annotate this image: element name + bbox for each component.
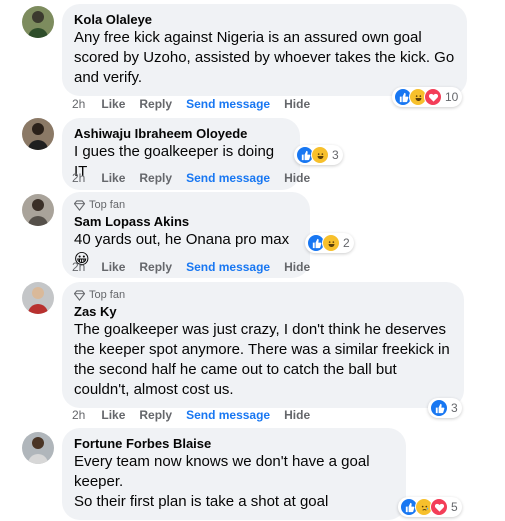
- hide-link[interactable]: Hide: [284, 408, 310, 422]
- comment-actions: 2h Like Reply Send message Hide: [72, 97, 324, 111]
- top-fan-label: Top fan: [89, 199, 126, 211]
- avatar[interactable]: [22, 6, 54, 38]
- haha-reaction-icon: [322, 234, 340, 252]
- avatar-head: [32, 437, 44, 449]
- diamond-icon: [74, 289, 85, 301]
- comment-text-line: keeper.: [74, 473, 124, 490]
- comment-bubble: Top fan Zas Ky The goalkeeper was just c…: [62, 282, 464, 408]
- avatar[interactable]: [22, 194, 54, 226]
- avatar-body: [28, 28, 48, 38]
- hide-link[interactable]: Hide: [284, 171, 310, 185]
- diamond-icon: [74, 199, 85, 211]
- avatar-body: [28, 140, 48, 150]
- comment-timestamp[interactable]: 2h: [72, 408, 85, 422]
- top-fan-label: Top fan: [89, 289, 126, 301]
- comment-actions: 2h Like Reply Send message Hide: [72, 171, 324, 185]
- reply-link[interactable]: Reply: [139, 260, 172, 274]
- comment-timestamp[interactable]: 2h: [72, 171, 85, 185]
- comment-actions: 2h Like Reply Send message Hide: [72, 408, 324, 422]
- like-reaction-icon: [430, 399, 448, 417]
- comment-author[interactable]: Fortune Forbes Blaise: [74, 435, 394, 452]
- reaction-count: 2: [343, 236, 350, 250]
- send-message-link[interactable]: Send message: [186, 171, 270, 185]
- comment-timestamp[interactable]: 2h: [72, 260, 85, 274]
- reply-link[interactable]: Reply: [139, 97, 172, 111]
- comment-text-line: Any free kick against Nigeria is an assu…: [74, 29, 422, 46]
- top-fan-badge: Top fan: [74, 199, 298, 211]
- send-message-link[interactable]: Send message: [186, 260, 270, 274]
- comment-bubble: Kola Olaleye Any free kick against Niger…: [62, 4, 467, 96]
- comment-author[interactable]: Kola Olaleye: [74, 11, 455, 28]
- love-reaction-icon: [430, 498, 448, 516]
- avatar-body: [28, 216, 48, 226]
- reaction-count: 10: [445, 90, 459, 104]
- like-link[interactable]: Like: [101, 171, 125, 185]
- avatar[interactable]: [22, 282, 54, 314]
- like-link[interactable]: Like: [101, 408, 125, 422]
- hide-link[interactable]: Hide: [284, 97, 310, 111]
- reaction-count: 3: [332, 148, 339, 162]
- avatar-body: [28, 454, 48, 464]
- reaction-summary[interactable]: 10: [392, 87, 463, 107]
- hide-link[interactable]: Hide: [284, 260, 310, 274]
- comment-author[interactable]: Zas Ky: [74, 303, 452, 320]
- comment-text-line: the keeper spot anymore. There was a sim…: [74, 341, 450, 358]
- reaction-summary[interactable]: 5: [398, 497, 462, 517]
- comment-text-line: So their first plan is take a shot at go…: [74, 493, 329, 510]
- haha-reaction-icon: [311, 146, 329, 164]
- love-reaction-icon: [424, 88, 442, 106]
- comment-text-line: The goalkeeper was just crazy, I don't t…: [74, 321, 446, 338]
- avatar-head: [32, 11, 44, 23]
- comment-author[interactable]: Ashiwaju Ibraheem Oloyede: [74, 125, 288, 142]
- like-link[interactable]: Like: [101, 97, 125, 111]
- comment-text-line: the second half he came out to catch the…: [74, 361, 397, 378]
- comment-timestamp[interactable]: 2h: [72, 97, 85, 111]
- avatar[interactable]: [22, 118, 54, 150]
- reaction-count: 3: [451, 401, 458, 415]
- comment-actions: 2h Like Reply Send message Hide: [72, 260, 324, 274]
- reply-link[interactable]: Reply: [139, 408, 172, 422]
- send-message-link[interactable]: Send message: [186, 97, 270, 111]
- comment-author[interactable]: Sam Lopass Akins: [74, 213, 298, 230]
- reaction-summary[interactable]: 3: [294, 145, 343, 165]
- avatar-head: [32, 287, 44, 299]
- reaction-summary[interactable]: 2: [305, 233, 354, 253]
- reaction-summary[interactable]: 3: [428, 398, 462, 418]
- top-fan-badge: Top fan: [74, 289, 452, 301]
- avatar-head: [32, 123, 44, 135]
- send-message-link[interactable]: Send message: [186, 408, 270, 422]
- comment-text-line: couldn't, almost cost us.: [74, 381, 234, 398]
- comment-text-line: and verify.: [74, 69, 143, 86]
- reaction-count: 5: [451, 500, 458, 514]
- reply-link[interactable]: Reply: [139, 171, 172, 185]
- like-link[interactable]: Like: [101, 260, 125, 274]
- avatar-head: [32, 199, 44, 211]
- comment-bubble: Fortune Forbes Blaise Every team now kno…: [62, 428, 406, 520]
- avatar[interactable]: [22, 432, 54, 464]
- avatar-body: [28, 304, 48, 314]
- comment-text-line: Every team now knows we don't have a goa…: [74, 453, 370, 470]
- comment-text-line: scored by Uzoho, assisted by whoever tak…: [74, 49, 455, 66]
